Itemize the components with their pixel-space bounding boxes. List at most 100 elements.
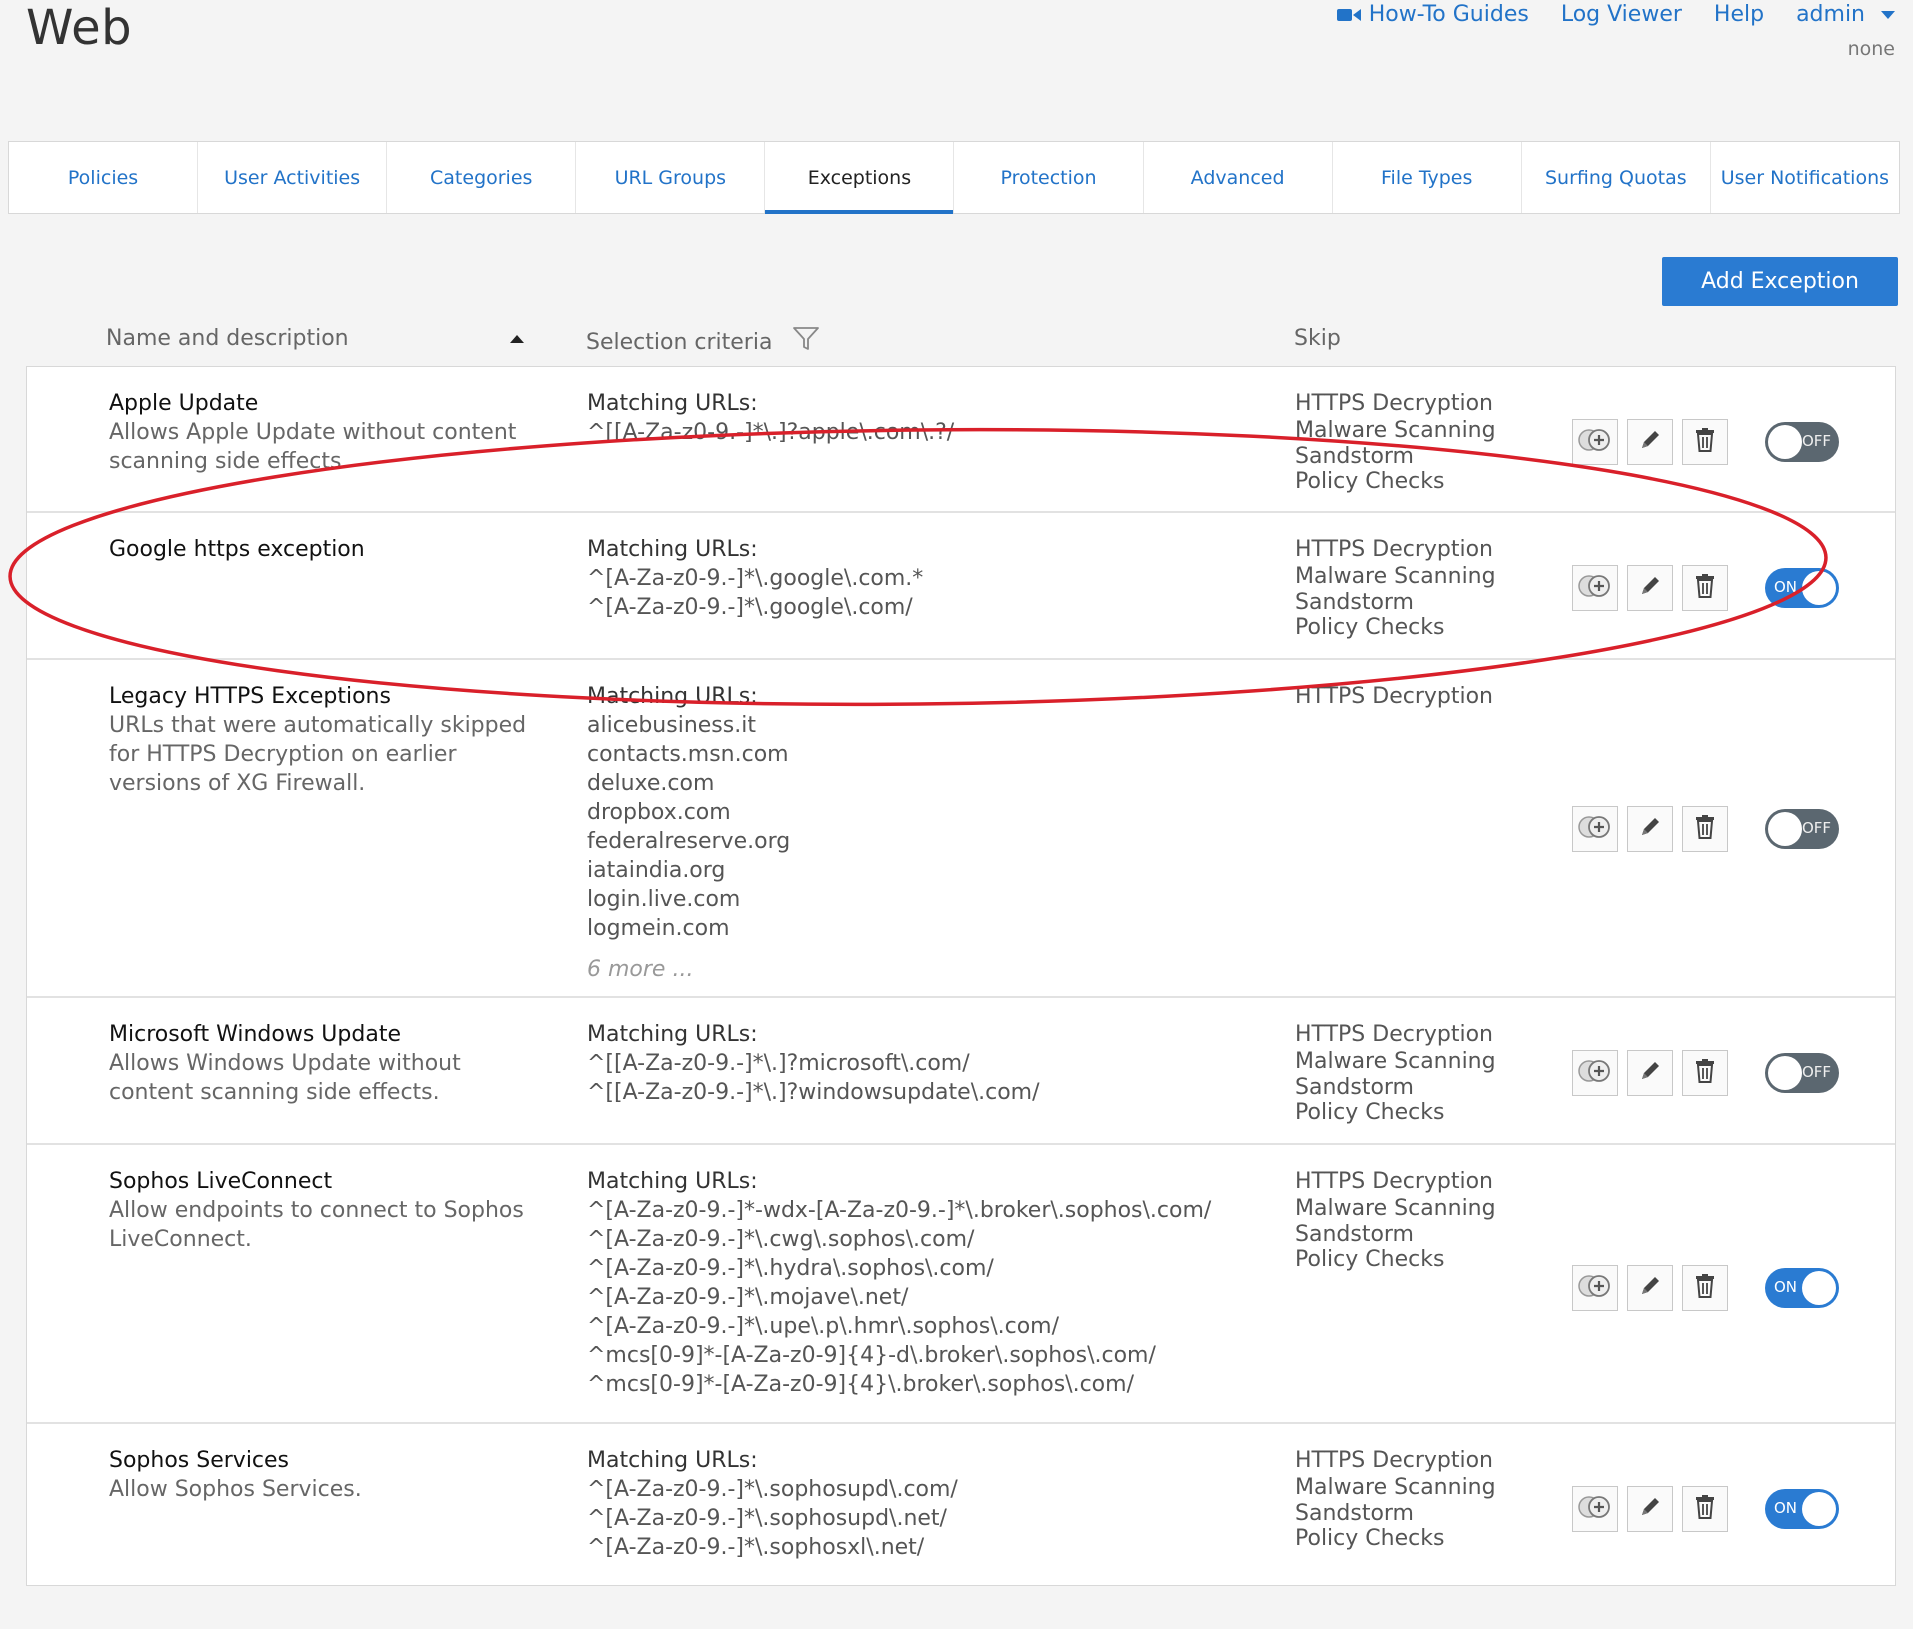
tab-policies[interactable]: Policies bbox=[9, 142, 199, 213]
enable-toggle[interactable]: ON bbox=[1765, 1268, 1839, 1308]
tab-advanced[interactable]: Advanced bbox=[1144, 142, 1333, 213]
delete-button[interactable] bbox=[1682, 806, 1728, 852]
matching-url: deluxe.com bbox=[587, 771, 715, 796]
enable-toggle[interactable]: OFF bbox=[1765, 1053, 1839, 1093]
row-actions bbox=[1572, 1486, 1728, 1532]
delete-button[interactable] bbox=[1682, 1050, 1728, 1096]
add-to-policy-button[interactable] bbox=[1572, 419, 1618, 465]
row-actions bbox=[1572, 1265, 1728, 1311]
add-to-policy-button[interactable] bbox=[1572, 1265, 1618, 1311]
add-circle-icon bbox=[1578, 814, 1612, 844]
edit-button[interactable] bbox=[1627, 1050, 1673, 1096]
delete-button[interactable] bbox=[1682, 565, 1728, 611]
exception-name-cell: Microsoft Windows Update Allows Windows U… bbox=[109, 1020, 549, 1107]
column-header-name[interactable]: Name and description bbox=[106, 326, 526, 351]
exceptions-table: Apple Update Allows Apple Update without … bbox=[26, 366, 1896, 1586]
add-to-policy-button[interactable] bbox=[1572, 565, 1618, 611]
delete-button[interactable] bbox=[1682, 1265, 1728, 1311]
sort-ascending-icon[interactable] bbox=[510, 334, 524, 343]
enable-toggle[interactable]: OFF bbox=[1765, 809, 1839, 849]
matching-url: iataindia.org bbox=[587, 858, 726, 883]
exception-description: Allow endpoints to connect to Sophos Liv… bbox=[109, 1198, 524, 1252]
exception-name-cell: Google https exception bbox=[109, 535, 549, 564]
selection-criteria-cell: Matching URLs: ^[A-Za-z0-9.-]*\.sophosupd… bbox=[587, 1446, 958, 1562]
user-menu[interactable]: admin bbox=[1796, 2, 1895, 27]
toggle-label: OFF bbox=[1801, 819, 1831, 837]
matching-url: ^[[A-Za-z0-9.-]*\.]?apple\.com\.?/ bbox=[587, 420, 955, 445]
top-navigation: How-To Guides Log Viewer Help admin bbox=[1336, 2, 1895, 27]
log-viewer-link[interactable]: Log Viewer bbox=[1561, 2, 1682, 27]
help-link[interactable]: Help bbox=[1714, 2, 1764, 27]
pencil-icon bbox=[1637, 427, 1663, 457]
matching-url: ^[A-Za-z0-9.-]*-wdx-[A-Za-z0-9.-]*\.brok… bbox=[587, 1198, 1212, 1223]
filter-icon[interactable] bbox=[792, 326, 820, 358]
add-to-policy-button[interactable] bbox=[1572, 1486, 1618, 1532]
criteria-label: Matching URLs: bbox=[587, 1169, 758, 1194]
tab-user-activities[interactable]: User Activities bbox=[198, 142, 388, 213]
toggle-knob bbox=[1768, 1056, 1802, 1090]
enable-toggle[interactable]: ON bbox=[1765, 568, 1839, 608]
selection-criteria-cell: Matching URLs: alicebusiness.it contacts.m… bbox=[587, 682, 790, 984]
skip-item: Policy Checks bbox=[1295, 1100, 1445, 1125]
criteria-label: Matching URLs: bbox=[587, 1022, 758, 1047]
tab-categories[interactable]: Categories bbox=[387, 142, 577, 213]
tab-protection[interactable]: Protection bbox=[954, 142, 1144, 213]
trash-icon bbox=[1693, 1058, 1717, 1088]
row-actions bbox=[1572, 806, 1728, 852]
toggle-knob bbox=[1802, 571, 1836, 605]
toggle-knob bbox=[1768, 425, 1802, 459]
edit-button[interactable] bbox=[1627, 806, 1673, 852]
matching-url: federalreserve.org bbox=[587, 829, 791, 854]
criteria-label: Matching URLs: bbox=[587, 537, 758, 562]
table-row: Sophos LiveConnect Allow endpoints to con… bbox=[27, 1145, 1895, 1424]
skip-item: Malware Scanning bbox=[1295, 1196, 1496, 1221]
table-row: Sophos Services Allow Sophos Services. Mat… bbox=[27, 1424, 1895, 1585]
table-row: Google https exception Matching URLs: ^[A-… bbox=[27, 513, 1895, 660]
edit-button[interactable] bbox=[1627, 1486, 1673, 1532]
add-circle-icon bbox=[1578, 1494, 1612, 1524]
add-exception-button[interactable]: Add Exception bbox=[1662, 257, 1898, 306]
edit-button[interactable] bbox=[1627, 1265, 1673, 1311]
trash-icon bbox=[1693, 1494, 1717, 1524]
exception-name: Sophos LiveConnect bbox=[109, 1169, 333, 1194]
tab-user-notifications[interactable]: User Notifications bbox=[1711, 142, 1899, 213]
tab-exceptions[interactable]: Exceptions bbox=[765, 142, 955, 214]
exception-name: Microsoft Windows Update bbox=[109, 1022, 401, 1047]
tab-surfing-quotas[interactable]: Surfing Quotas bbox=[1522, 142, 1711, 213]
selection-criteria-cell: Matching URLs: ^[A-Za-z0-9.-]*\.google\.c… bbox=[587, 535, 923, 622]
skip-item: Sandstorm bbox=[1295, 1074, 1414, 1100]
tab-url-groups[interactable]: URL Groups bbox=[576, 142, 766, 213]
matching-url: ^[[A-Za-z0-9.-]*\.]?microsoft\.com/ bbox=[587, 1051, 970, 1076]
edit-button[interactable] bbox=[1627, 419, 1673, 465]
howto-guides-label: How-To Guides bbox=[1368, 2, 1529, 27]
criteria-label: Matching URLs: bbox=[587, 1448, 758, 1473]
skip-item: HTTPS Decryption bbox=[1295, 537, 1493, 562]
matching-url: ^[A-Za-z0-9.-]*\.google\.com.* bbox=[587, 566, 924, 591]
matching-url: logmein.com bbox=[587, 916, 730, 941]
add-to-policy-button[interactable] bbox=[1572, 806, 1618, 852]
delete-button[interactable] bbox=[1682, 419, 1728, 465]
exception-name: Google https exception bbox=[109, 537, 365, 562]
toggle-label: ON bbox=[1774, 1499, 1798, 1517]
delete-button[interactable] bbox=[1682, 1486, 1728, 1532]
enable-toggle[interactable]: OFF bbox=[1765, 422, 1839, 462]
row-actions bbox=[1572, 1050, 1728, 1096]
criteria-label: Matching URLs: bbox=[587, 684, 758, 709]
matching-url: contacts.msn.com bbox=[587, 742, 789, 767]
more-urls-link[interactable]: 6 more ... bbox=[587, 955, 790, 984]
howto-guides-link[interactable]: How-To Guides bbox=[1336, 2, 1529, 27]
add-to-policy-button[interactable] bbox=[1572, 1050, 1618, 1096]
table-row: Microsoft Windows Update Allows Windows U… bbox=[27, 998, 1895, 1145]
edit-button[interactable] bbox=[1627, 565, 1673, 611]
table-row: Apple Update Allows Apple Update without … bbox=[27, 367, 1895, 513]
skip-item: HTTPS Decryption bbox=[1295, 1169, 1493, 1194]
skip-item: Sandstorm bbox=[1295, 589, 1414, 615]
exception-name-cell: Sophos Services Allow Sophos Services. bbox=[109, 1446, 549, 1504]
tab-file-types[interactable]: File Types bbox=[1333, 142, 1522, 213]
enable-toggle[interactable]: ON bbox=[1765, 1489, 1839, 1529]
skip-item: Sandstorm bbox=[1295, 1221, 1414, 1247]
toggle-label: OFF bbox=[1801, 432, 1831, 450]
matching-url: ^[A-Za-z0-9.-]*\.sophosupd\.com/ bbox=[587, 1477, 958, 1502]
skip-item: Policy Checks bbox=[1295, 469, 1445, 494]
column-header-name-label: Name and description bbox=[106, 326, 349, 351]
